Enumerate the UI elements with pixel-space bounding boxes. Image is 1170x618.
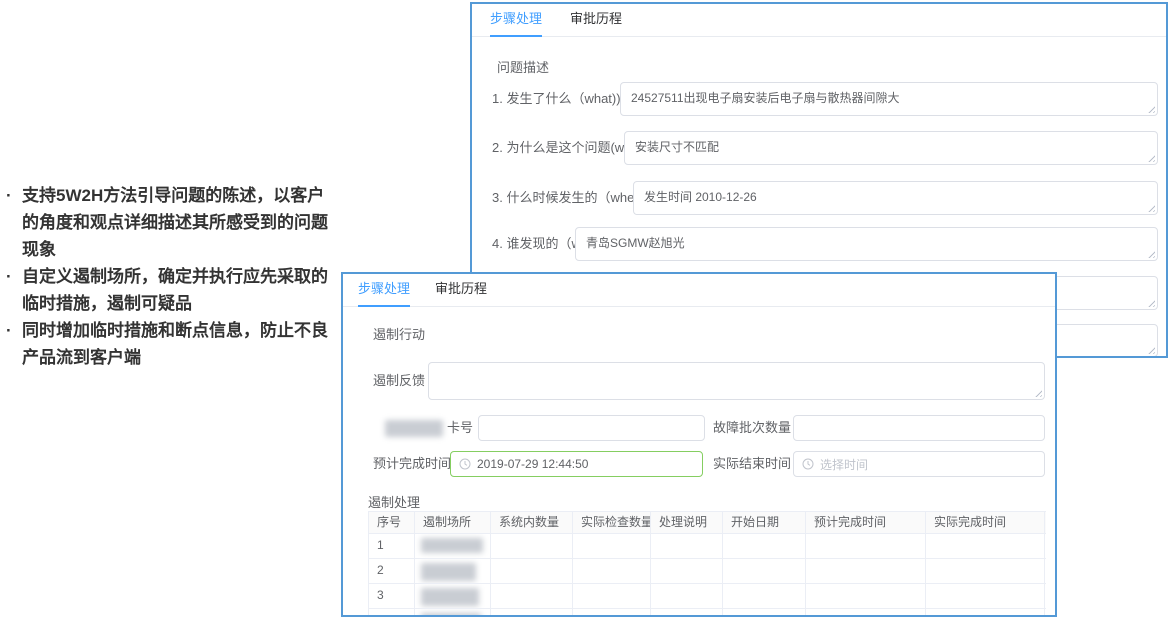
field-why-textarea-wrap: 安装尺寸不匹配 (624, 131, 1158, 165)
containment-action-panel: 步骤处理 审批历程 遏制行动 遏制反馈 卡号 故障批次数量 预计完成时间 201… (341, 272, 1057, 617)
bullet-marker: · (6, 317, 12, 344)
fault-batch-input[interactable] (793, 415, 1045, 441)
problem-tabbar: 步骤处理 审批历程 (472, 4, 1166, 37)
table-row[interactable]: 1 (368, 534, 1046, 559)
field-when-textarea-wrap: 发生时间 2010-12-26 (633, 181, 1158, 215)
table-row[interactable]: 4 (368, 609, 1046, 617)
bullet-marker: · (6, 263, 12, 290)
field-what-label: 1. 发生了什么（what)) (492, 82, 621, 116)
redacted-cell (421, 613, 481, 617)
containment-tabbar: 步骤处理 审批历程 (343, 274, 1055, 307)
planned-finish-value: 2019-07-29 12:44:50 (477, 457, 588, 471)
tab-approval-history[interactable]: 审批历程 (570, 4, 622, 36)
planned-finish-datetime-input[interactable]: 2019-07-29 12:44:50 (450, 451, 703, 477)
actual-end-label: 实际结束时间 (713, 451, 791, 477)
actual-end-placeholder: 选择时间 (820, 456, 868, 473)
page: · 支持5W2H方法引导问题的陈述，以客户的角度和观点详细描述其所感受到的问题现… (0, 0, 1170, 618)
actual-end-datetime-input[interactable]: 选择时间 (793, 451, 1045, 477)
feature-bullet-text: 同时增加临时措施和断点信息，防止不良产品流到客户端 (22, 321, 328, 367)
col-actual-finish: 实际完成时间 (926, 512, 1045, 533)
tab-step-processing[interactable]: 步骤处理 (358, 274, 410, 306)
col-start-date: 开始日期 (723, 512, 806, 533)
field-who-textarea-wrap: 青岛SGMW赵旭光 (575, 227, 1158, 261)
redacted-label (385, 420, 443, 437)
col-checked-qty: 实际检查数量 (573, 512, 651, 533)
col-system-qty: 系统内数量 (491, 512, 573, 533)
containment-section-title: 遏制行动 (373, 324, 425, 343)
bullet-marker: · (6, 182, 12, 209)
field-when-textarea[interactable]: 发生时间 2010-12-26 (634, 182, 1157, 214)
redacted-cell (421, 563, 476, 581)
tab-approval-history[interactable]: 审批历程 (435, 274, 487, 306)
card-no-label: 卡号 (447, 415, 473, 441)
table-row[interactable]: 3 (368, 584, 1046, 609)
feature-bullet: · 同时增加临时措施和断点信息，防止不良产品流到客户端 (6, 317, 328, 371)
row-index: 3 (368, 584, 415, 608)
row-index: 1 (368, 534, 415, 558)
row-location (415, 559, 491, 583)
field-why-textarea[interactable]: 安装尺寸不匹配 (625, 132, 1157, 164)
row-location (415, 609, 491, 617)
containment-feedback-textarea-wrap (428, 362, 1045, 400)
feature-bullet-text: 支持5W2H方法引导问题的陈述，以客户的角度和观点详细描述其所感受到的问题现象 (22, 186, 328, 259)
field-who-textarea[interactable]: 青岛SGMW赵旭光 (576, 228, 1157, 260)
clock-icon (802, 458, 814, 470)
row-location (415, 584, 491, 608)
field-why-label: 2. 为什么是这个问题(why) (492, 131, 642, 165)
row-index: 4 (368, 609, 415, 617)
table-row[interactable]: 2 (368, 559, 1046, 584)
row-index: 2 (368, 559, 415, 583)
feature-notes: · 支持5W2H方法引导问题的陈述，以客户的角度和观点详细描述其所感受到的问题现… (6, 182, 328, 371)
field-what-textarea-wrap: 24527511出现电子扇安装后电子扇与散热器间隙大 (620, 82, 1158, 116)
field-what-textarea[interactable]: 24527511出现电子扇安装后电子扇与散热器间隙大 (621, 83, 1157, 115)
redacted-cell (421, 588, 479, 606)
feature-bullet-text: 自定义遏制场所，确定并执行应先采取的临时措施，遏制可疑品 (22, 267, 328, 313)
feature-bullet: · 支持5W2H方法引导问题的陈述，以客户的角度和观点详细描述其所感受到的问题现… (6, 182, 328, 263)
planned-finish-label: 预计完成时间 (373, 451, 451, 477)
containment-feedback-label: 遏制反馈 (373, 362, 425, 400)
col-index: 序号 (368, 512, 415, 533)
containment-table-title: 遏制处理 (368, 492, 420, 511)
fault-batch-label: 故障批次数量 (713, 415, 791, 441)
col-planned-finish: 预计完成时间 (806, 512, 926, 533)
field-when-label: 3. 什么时候发生的（when) (492, 181, 646, 215)
col-location: 遏制场所 (415, 512, 491, 533)
feature-bullet: · 自定义遏制场所，确定并执行应先采取的临时措施，遏制可疑品 (6, 263, 328, 317)
redacted-cell (421, 538, 483, 553)
card-no-input[interactable] (478, 415, 705, 441)
containment-table: 序号 遏制场所 系统内数量 实际检查数量 处理说明 开始日期 预计完成时间 实际… (368, 511, 1046, 617)
problem-section-title: 问题描述 (497, 57, 549, 76)
table-header-row: 序号 遏制场所 系统内数量 实际检查数量 处理说明 开始日期 预计完成时间 实际… (368, 511, 1046, 534)
tab-step-processing[interactable]: 步骤处理 (490, 4, 542, 36)
col-remark: 处理说明 (651, 512, 723, 533)
row-location (415, 534, 491, 558)
containment-feedback-textarea[interactable] (429, 363, 1044, 399)
clock-icon (459, 458, 471, 470)
